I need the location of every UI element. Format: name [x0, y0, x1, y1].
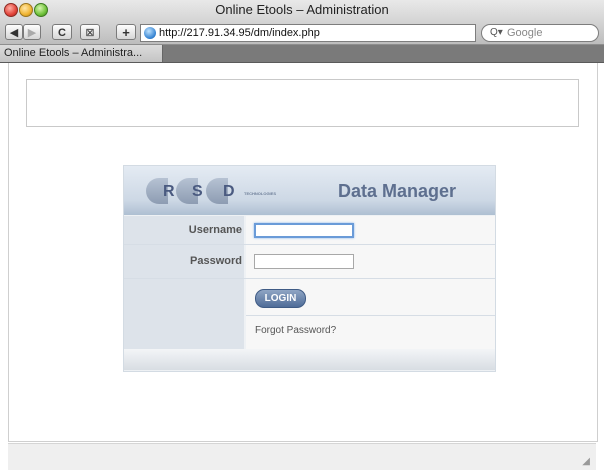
- resize-grip-icon[interactable]: ◢: [582, 456, 590, 467]
- status-strip: ◢: [8, 443, 596, 470]
- bookmarks-button[interactable]: ⊠: [80, 24, 100, 40]
- logo-tagline: TECHNOLOGIES: [244, 191, 277, 196]
- login-header: R S D TECHNOLOGIES Data Manager: [124, 166, 495, 215]
- search-placeholder: Google: [507, 27, 543, 39]
- globe-icon: [144, 27, 156, 39]
- header-box: [26, 79, 579, 127]
- forward-icon: ▶: [27, 27, 37, 39]
- plus-icon: +: [122, 25, 130, 40]
- username-row: Username: [124, 216, 495, 244]
- login-button[interactable]: LOGIN: [255, 289, 306, 308]
- forgot-password-link[interactable]: Forgot Password?: [255, 325, 336, 336]
- login-panel: R S D TECHNOLOGIES Data Manager Username: [123, 165, 496, 372]
- forward-button[interactable]: ▶: [23, 24, 41, 40]
- login-title: Data Manager: [338, 181, 457, 201]
- password-label: Password: [190, 255, 242, 267]
- password-row: Password: [124, 245, 495, 278]
- username-label: Username: [188, 224, 242, 236]
- actions-row: LOGIN Forgot Password?: [124, 279, 495, 349]
- page-content: R S D TECHNOLOGIES Data Manager Username: [6, 63, 604, 470]
- search-field[interactable]: Q▾ Google: [481, 24, 599, 42]
- tab-bar: Online Etools – Administra...: [0, 45, 604, 63]
- url-text: http://217.91.34.95/dm/index.php: [159, 27, 320, 39]
- title-bar: Online Etools – Administration ◀ ▶ C ⊠ +…: [0, 0, 604, 45]
- window-title: Online Etools – Administration: [215, 2, 389, 17]
- logo-letter-s: S: [192, 183, 203, 200]
- username-input[interactable]: [254, 223, 354, 238]
- logo-letter-d: D: [223, 183, 235, 200]
- add-bookmark-button[interactable]: +: [116, 24, 136, 40]
- reload-icon: C: [58, 27, 66, 39]
- back-button[interactable]: ◀: [5, 24, 23, 40]
- search-icon: Q▾: [490, 27, 503, 38]
- tab-online-etools[interactable]: Online Etools – Administra...: [0, 45, 163, 62]
- reload-button[interactable]: C: [52, 24, 72, 40]
- browser-window: Online Etools – Administration ◀ ▶ C ⊠ +…: [0, 0, 604, 470]
- back-icon: ◀: [9, 27, 19, 39]
- address-bar[interactable]: http://217.91.34.95/dm/index.php: [140, 24, 476, 42]
- bookmarks-icon: ⊠: [85, 27, 95, 39]
- logo-letter-r: R: [163, 183, 175, 200]
- login-footer: [124, 349, 495, 370]
- password-input[interactable]: [254, 254, 354, 269]
